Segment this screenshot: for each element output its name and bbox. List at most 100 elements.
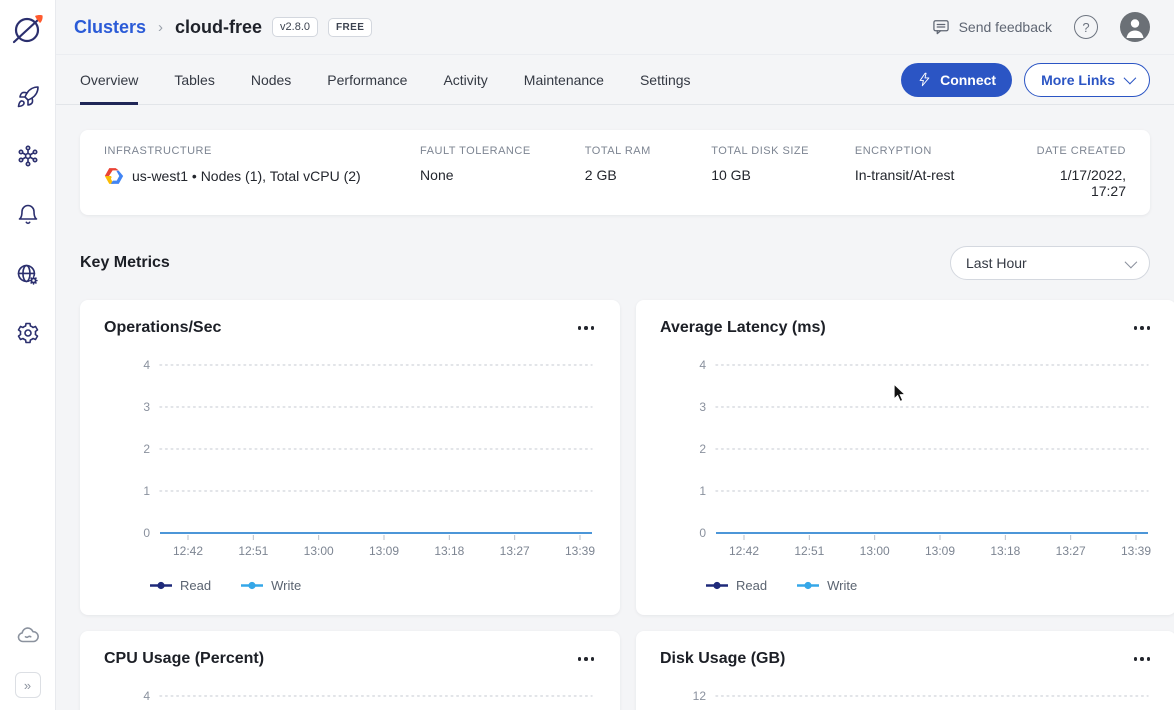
fault-tolerance-label: FAULT TOLERANCE [420, 145, 585, 157]
date-created-value: 1/17/2022, 17:27 [1025, 167, 1126, 199]
svg-text:3: 3 [699, 400, 706, 414]
settings-gear-icon[interactable] [15, 320, 41, 346]
network-hub-icon[interactable] [15, 143, 41, 169]
svg-text:0: 0 [143, 526, 150, 540]
chart-card-disk: Disk Usage (GB) 12963012:4212:5113:0013:… [636, 631, 1174, 710]
chart-card-cpu: CPU Usage (Percent) 4321012:4212:5113:00… [80, 631, 620, 710]
chart-svg: 12963012:4212:5113:0013:0913:1813:2713:3… [660, 682, 1152, 710]
plan-badge: FREE [328, 18, 372, 37]
tab-maintenance[interactable]: Maintenance [524, 55, 604, 104]
svg-text:13:09: 13:09 [925, 544, 955, 558]
svg-text:4: 4 [699, 358, 706, 372]
legend-item-read[interactable]: Read [150, 578, 211, 593]
svg-text:13:18: 13:18 [434, 544, 464, 558]
card-menu-ellipsis-icon[interactable] [1132, 322, 1153, 334]
cockroach-logo-icon[interactable] [0, 0, 56, 58]
svg-text:3: 3 [143, 400, 150, 414]
svg-text:2: 2 [699, 442, 706, 456]
main-area: Clusters › cloud-free v2.8.0 FREE Send f… [56, 0, 1174, 710]
charts-grid: Operations/Sec 4321012:4212:5113:0013:09… [80, 300, 1150, 710]
infrastructure-value: us-west1 • Nodes (1), Total vCPU (2) [132, 168, 361, 184]
breadcrumb-clusters-link[interactable]: Clusters [74, 17, 146, 38]
chart-plot: 4321012:4212:5113:0013:0913:1813:2713:39 [660, 351, 1152, 568]
svg-text:12: 12 [693, 689, 707, 703]
chart-title: Disk Usage (GB) [660, 650, 785, 668]
total-ram-value: 2 GB [585, 167, 711, 183]
svg-text:0: 0 [699, 526, 706, 540]
card-menu-ellipsis-icon[interactable] [1132, 653, 1153, 665]
chart-plot: 12963012:4212:5113:0013:0913:1813:2713:3… [660, 682, 1152, 710]
clusters-rocket-icon[interactable] [15, 84, 41, 110]
connect-button[interactable]: Connect [901, 63, 1012, 97]
chevron-down-icon [1124, 72, 1137, 85]
chart-svg: 4321012:4212:5113:0013:0913:1813:2713:39 [660, 351, 1152, 563]
avatar[interactable] [1120, 12, 1150, 42]
chart-title: CPU Usage (Percent) [104, 650, 264, 668]
legend-label: Read [180, 578, 211, 593]
svg-text:1: 1 [699, 484, 706, 498]
legend-label: Write [827, 578, 857, 593]
tab-overview[interactable]: Overview [80, 55, 138, 104]
tab-nodes[interactable]: Nodes [251, 55, 291, 104]
svg-text:13:27: 13:27 [500, 544, 530, 558]
key-metrics-heading: Key Metrics [80, 254, 170, 272]
chart-svg: 4321012:4212:5113:0013:0913:1813:2713:39 [104, 682, 596, 710]
chart-plot: 4321012:4212:5113:0013:0913:1813:2713:39 [104, 351, 596, 568]
svg-text:12:42: 12:42 [729, 544, 759, 558]
chart-legend: Read Write [104, 578, 596, 593]
total-ram-label: TOTAL RAM [585, 145, 711, 157]
more-links-label: More Links [1041, 72, 1115, 88]
tab-activity[interactable]: Activity [443, 55, 487, 104]
tab-tables[interactable]: Tables [174, 55, 214, 104]
svg-text:12:51: 12:51 [238, 544, 268, 558]
total-disk-size-value: 10 GB [711, 167, 855, 183]
chart-legend: Read Write [660, 578, 1152, 593]
encryption-value: In-transit/At-rest [855, 167, 1025, 183]
lightning-bolt-icon [917, 72, 932, 87]
send-feedback-button[interactable]: Send feedback [931, 17, 1052, 37]
legend-item-write[interactable]: Write [241, 578, 301, 593]
legend-marker-icon [150, 581, 172, 590]
tab-performance[interactable]: Performance [327, 55, 407, 104]
svg-text:4: 4 [143, 689, 150, 703]
cluster-name: cloud-free [175, 17, 262, 38]
sidebar-expand-button[interactable]: » [15, 672, 41, 698]
chart-card-latency: Average Latency (ms) 4321012:4212:5113:0… [636, 300, 1174, 615]
chart-card-operations: Operations/Sec 4321012:4212:5113:0013:09… [80, 300, 620, 615]
cloud-icon[interactable] [15, 622, 41, 648]
chevron-down-icon [1125, 255, 1138, 268]
cluster-info-card: INFRASTRUCTURE us-west1 • Nodes (1), Tot… [80, 130, 1150, 215]
chart-svg: 4321012:4212:5113:0013:0913:1813:2713:39 [104, 351, 596, 563]
page-header: Clusters › cloud-free v2.8.0 FREE Send f… [56, 0, 1174, 55]
feedback-bubble-icon [931, 17, 951, 37]
globe-settings-icon[interactable] [15, 261, 41, 287]
time-range-select[interactable]: Last Hour [950, 246, 1150, 280]
infrastructure-label: INFRASTRUCTURE [104, 145, 420, 157]
svg-text:13:27: 13:27 [1056, 544, 1086, 558]
legend-marker-icon [241, 581, 263, 590]
send-feedback-label: Send feedback [959, 19, 1052, 35]
svg-text:13:18: 13:18 [990, 544, 1020, 558]
more-links-button[interactable]: More Links [1024, 63, 1150, 97]
svg-text:13:39: 13:39 [565, 544, 595, 558]
total-disk-size-label: TOTAL DISK SIZE [711, 145, 855, 157]
svg-text:1: 1 [143, 484, 150, 498]
encryption-label: ENCRYPTION [855, 145, 1025, 157]
legend-item-read[interactable]: Read [706, 578, 767, 593]
card-menu-ellipsis-icon[interactable] [576, 653, 597, 665]
tab-bar: Overview Tables Nodes Performance Activi… [56, 55, 1174, 105]
chart-title: Operations/Sec [104, 319, 221, 337]
svg-text:13:00: 13:00 [304, 544, 334, 558]
version-badge: v2.8.0 [272, 17, 318, 37]
time-range-value: Last Hour [966, 255, 1027, 271]
card-menu-ellipsis-icon[interactable] [576, 322, 597, 334]
svg-text:13:09: 13:09 [369, 544, 399, 558]
tab-settings[interactable]: Settings [640, 55, 691, 104]
alerts-bell-icon[interactable] [15, 202, 41, 228]
svg-text:12:42: 12:42 [173, 544, 203, 558]
svg-text:13:39: 13:39 [1121, 544, 1151, 558]
legend-item-write[interactable]: Write [797, 578, 857, 593]
help-icon[interactable]: ? [1074, 15, 1098, 39]
legend-label: Read [736, 578, 767, 593]
svg-text:2: 2 [143, 442, 150, 456]
